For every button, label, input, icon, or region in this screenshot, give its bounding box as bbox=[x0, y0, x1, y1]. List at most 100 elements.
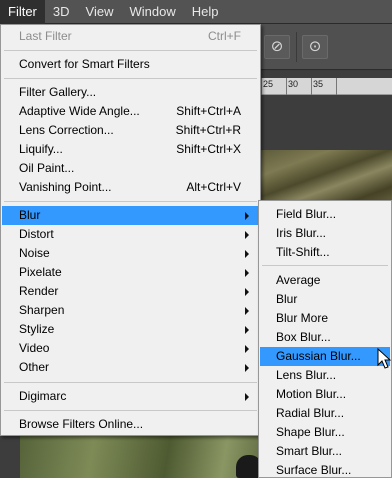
menu-item-label: Gaussian Blur... bbox=[276, 349, 361, 363]
menu-item-shortcut: Shift+Ctrl+X bbox=[176, 142, 241, 156]
menu-item-last-filter: Last Filter Ctrl+F bbox=[2, 27, 259, 46]
menu-filter[interactable]: Filter bbox=[0, 0, 45, 24]
menu-item-adaptive-wide-angle[interactable]: Adaptive Wide Angle... Shift+Ctrl+A bbox=[2, 102, 259, 121]
menu-item-label: Liquify... bbox=[19, 142, 63, 156]
menu-item-label: Tilt-Shift... bbox=[276, 245, 330, 259]
filter-menu: Last Filter Ctrl+F Convert for Smart Fil… bbox=[0, 24, 261, 436]
menu-3d[interactable]: 3D bbox=[45, 0, 78, 24]
menu-item-vanishing-point[interactable]: Vanishing Point... Alt+Ctrl+V bbox=[2, 178, 259, 197]
menu-item-label: Shape Blur... bbox=[276, 425, 345, 439]
menu-item-pixelate[interactable]: Pixelate bbox=[2, 263, 259, 282]
ruler-tick bbox=[336, 78, 337, 95]
menu-item-blur[interactable]: Blur bbox=[2, 206, 259, 225]
menu-separator bbox=[4, 201, 257, 202]
ruler-label: 25 bbox=[263, 79, 274, 89]
submenu-item-average[interactable]: Average bbox=[260, 271, 390, 290]
menu-item-label: Last Filter bbox=[19, 29, 72, 43]
menu-separator bbox=[4, 78, 257, 79]
menu-item-sharpen[interactable]: Sharpen bbox=[2, 301, 259, 320]
menu-item-label: Surface Blur... bbox=[276, 463, 352, 477]
ruler-tick bbox=[311, 78, 312, 95]
submenu-item-blur[interactable]: Blur bbox=[260, 290, 390, 309]
mouse-pointer-icon bbox=[377, 348, 391, 369]
menu-item-label: Other bbox=[19, 360, 50, 374]
menu-window[interactable]: Window bbox=[121, 0, 183, 24]
submenu-item-motion-blur[interactable]: Motion Blur... bbox=[260, 385, 390, 404]
menu-separator bbox=[4, 50, 257, 51]
menu-item-liquify[interactable]: Liquify... Shift+Ctrl+X bbox=[2, 140, 259, 159]
menu-item-label: Blur More bbox=[276, 311, 329, 325]
menu-item-label: Radial Blur... bbox=[276, 406, 345, 420]
menu-item-label: Sharpen bbox=[19, 303, 65, 317]
menu-help[interactable]: Help bbox=[184, 0, 227, 24]
submenu-item-smart-blur[interactable]: Smart Blur... bbox=[260, 442, 390, 461]
pen-pressure-button[interactable]: ⊙ bbox=[302, 35, 328, 59]
toolbar-divider bbox=[296, 32, 297, 62]
submenu-arrow-icon bbox=[245, 326, 249, 334]
menu-item-shortcut: Shift+Ctrl+A bbox=[176, 104, 241, 118]
menu-item-label: Iris Blur... bbox=[276, 226, 327, 240]
menu-item-label: Vanishing Point... bbox=[19, 180, 112, 194]
menu-item-label: Stylize bbox=[19, 322, 55, 336]
menu-item-label: Filter Gallery... bbox=[19, 85, 97, 99]
ruler-tick bbox=[286, 78, 287, 95]
submenu-item-lens-blur[interactable]: Lens Blur... bbox=[260, 366, 390, 385]
menu-item-label: Blur bbox=[276, 292, 298, 306]
menu-item-label: Pixelate bbox=[19, 265, 62, 279]
menu-item-label: Blur bbox=[19, 208, 41, 222]
menu-item-label: Browse Filters Online... bbox=[19, 417, 144, 431]
pen-pressure-icon: ⊙ bbox=[308, 38, 322, 55]
menu-item-oil-paint[interactable]: Oil Paint... bbox=[2, 159, 259, 178]
menu-item-stylize[interactable]: Stylize bbox=[2, 320, 259, 339]
submenu-item-field-blur[interactable]: Field Blur... bbox=[260, 205, 390, 224]
submenu-item-box-blur[interactable]: Box Blur... bbox=[260, 328, 390, 347]
submenu-arrow-icon bbox=[245, 269, 249, 277]
menu-item-label: Oil Paint... bbox=[19, 161, 75, 175]
menu-item-render[interactable]: Render bbox=[2, 282, 259, 301]
menu-item-distort[interactable]: Distort bbox=[2, 225, 259, 244]
menu-separator bbox=[4, 410, 257, 411]
menu-separator bbox=[4, 382, 257, 383]
menu-item-label: Digimarc bbox=[19, 389, 67, 403]
submenu-item-tilt-shift[interactable]: Tilt-Shift... bbox=[260, 243, 390, 262]
menu-item-other[interactable]: Other bbox=[2, 358, 259, 377]
submenu-item-surface-blur[interactable]: Surface Blur... bbox=[260, 461, 390, 478]
submenu-item-shape-blur[interactable]: Shape Blur... bbox=[260, 423, 390, 442]
no-brush-icon: ⊘ bbox=[270, 38, 284, 55]
submenu-arrow-icon bbox=[245, 307, 249, 315]
submenu-arrow-icon bbox=[245, 212, 249, 220]
submenu-arrow-icon bbox=[245, 393, 249, 401]
menu-item-convert-smart-filters[interactable]: Convert for Smart Filters bbox=[2, 55, 259, 74]
submenu-arrow-icon bbox=[245, 288, 249, 296]
menu-item-label: Field Blur... bbox=[276, 207, 337, 221]
menu-item-video[interactable]: Video bbox=[2, 339, 259, 358]
menu-item-label: Smart Blur... bbox=[276, 444, 343, 458]
menu-item-browse-filters-online[interactable]: Browse Filters Online... bbox=[2, 415, 259, 434]
menu-item-label: Noise bbox=[19, 246, 50, 260]
menu-item-shortcut: Ctrl+F bbox=[208, 29, 241, 43]
submenu-item-radial-blur[interactable]: Radial Blur... bbox=[260, 404, 390, 423]
blur-submenu: Field Blur... Iris Blur... Tilt-Shift...… bbox=[258, 200, 392, 478]
ruler-label: 30 bbox=[288, 79, 299, 89]
ruler-tick bbox=[261, 78, 262, 95]
menu-item-label: Convert for Smart Filters bbox=[19, 57, 150, 71]
menu-item-lens-correction[interactable]: Lens Correction... Shift+Ctrl+R bbox=[2, 121, 259, 140]
brush-tool-button[interactable]: ⊘ bbox=[264, 35, 290, 59]
menu-item-label: Distort bbox=[19, 227, 54, 241]
ruler-label: 35 bbox=[313, 79, 324, 89]
menu-item-digimarc[interactable]: Digimarc bbox=[2, 387, 259, 406]
menu-item-label: Lens Correction... bbox=[19, 123, 114, 137]
menu-view[interactable]: View bbox=[78, 0, 122, 24]
menu-item-filter-gallery[interactable]: Filter Gallery... bbox=[2, 83, 259, 102]
menu-item-label: Video bbox=[19, 341, 50, 355]
menu-item-noise[interactable]: Noise bbox=[2, 244, 259, 263]
submenu-item-iris-blur[interactable]: Iris Blur... bbox=[260, 224, 390, 243]
menu-bar: Filter 3D View Window Help bbox=[0, 0, 392, 24]
submenu-item-blur-more[interactable]: Blur More bbox=[260, 309, 390, 328]
menu-item-label: Render bbox=[19, 284, 59, 298]
horizontal-ruler: 25 30 35 bbox=[258, 78, 392, 95]
submenu-arrow-icon bbox=[245, 250, 249, 258]
menu-item-label: Box Blur... bbox=[276, 330, 331, 344]
menu-item-label: Lens Blur... bbox=[276, 368, 337, 382]
submenu-item-gaussian-blur[interactable]: Gaussian Blur... bbox=[260, 347, 390, 366]
